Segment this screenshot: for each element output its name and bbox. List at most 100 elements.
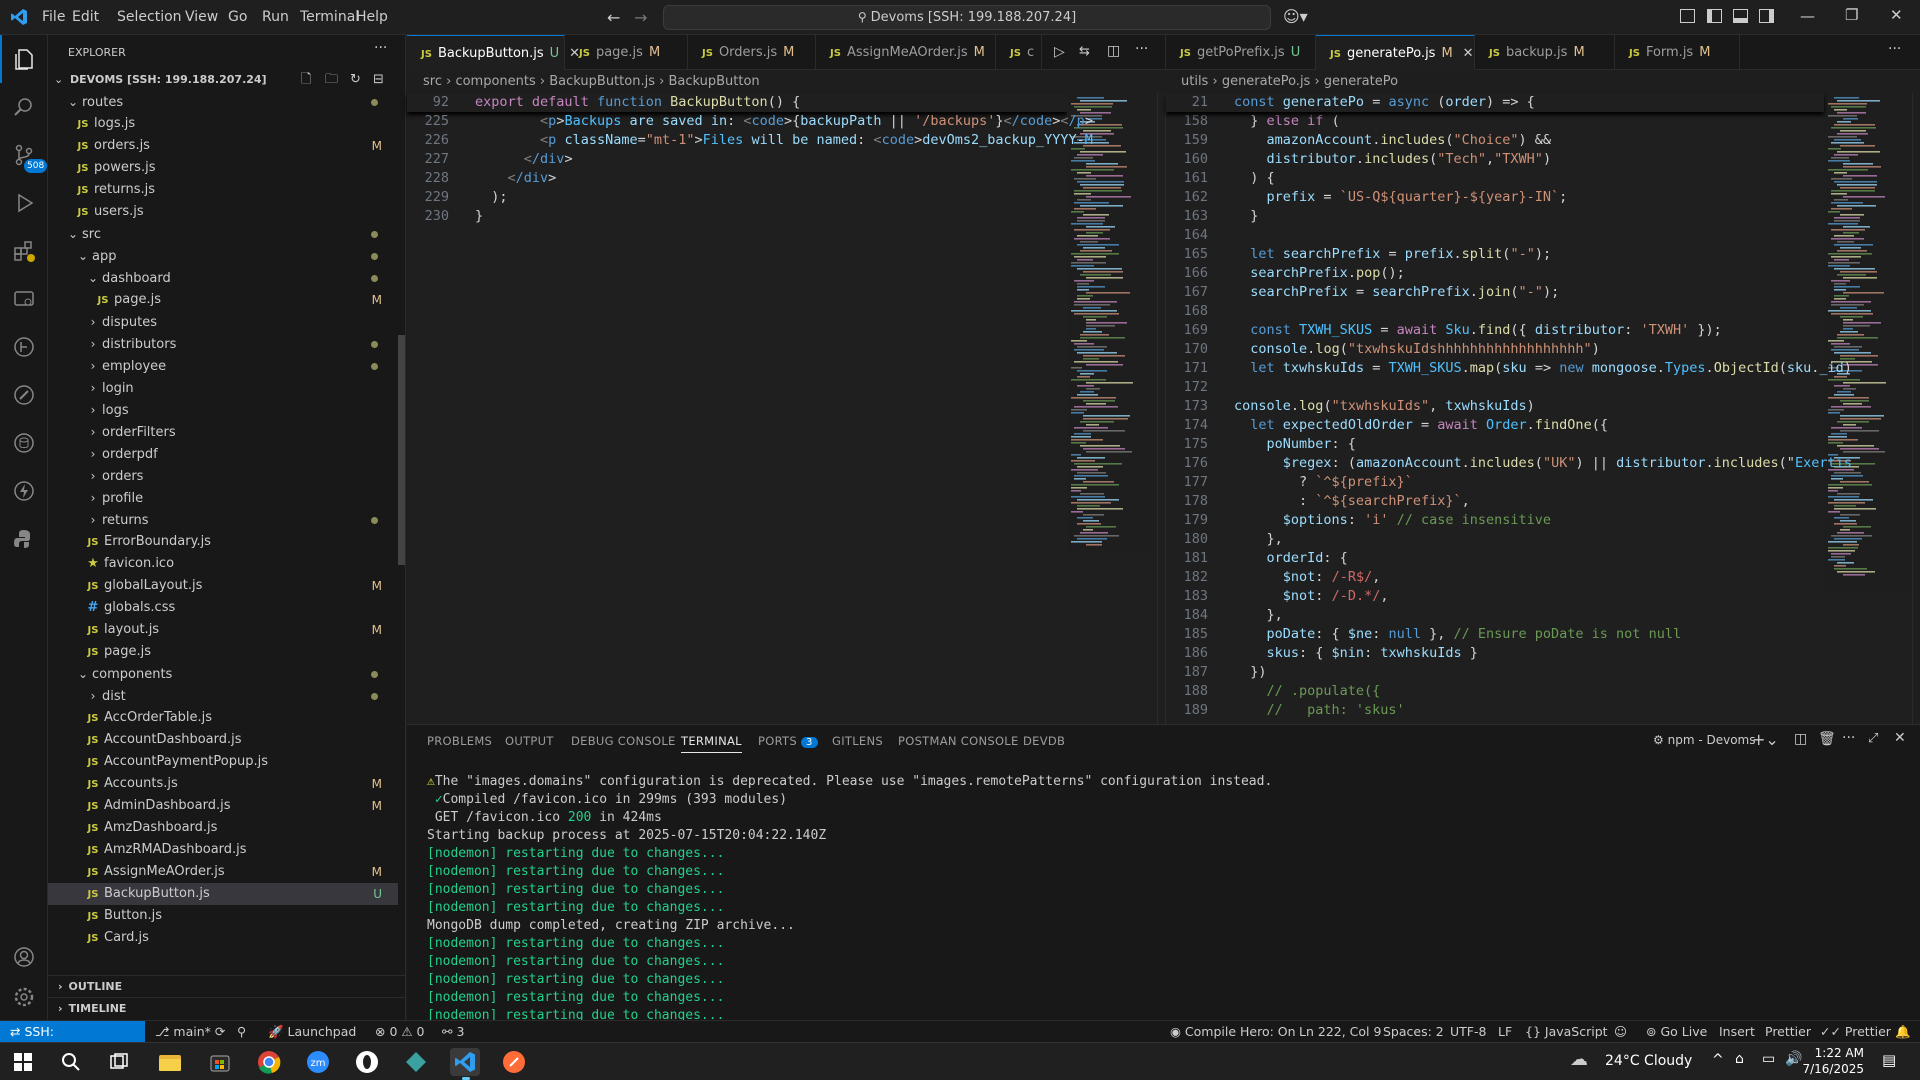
- minimize-icon[interactable]: —: [1800, 7, 1815, 25]
- end-of-line[interactable]: LF: [1498, 1021, 1512, 1043]
- new-terminal-icon[interactable]: +⌄: [1752, 730, 1779, 749]
- folder-item[interactable]: ⌄ dashboard: [48, 267, 398, 289]
- notification-center-icon[interactable]: ▤: [1882, 1051, 1896, 1069]
- menu-edit[interactable]: Edit: [72, 0, 99, 35]
- microsoft-store-icon[interactable]: [205, 1048, 235, 1076]
- file-item[interactable]: JS AssignMeAOrder.js M: [48, 861, 398, 883]
- display-icon[interactable]: ▭: [1762, 1051, 1775, 1067]
- back-arrow-icon[interactable]: ←: [607, 8, 620, 27]
- postman-taskbar-icon[interactable]: [499, 1048, 529, 1076]
- editor-tab[interactable]: JS Form.js M: [1615, 35, 1740, 70]
- panel-tab-devdb[interactable]: DEVDB: [1023, 734, 1065, 748]
- problems-indicator[interactable]: ⊗ 0 ⚠ 0: [375, 1021, 425, 1043]
- compile-hero-item[interactable]: ◉ Compile Hero: On: [1170, 1021, 1296, 1043]
- layout-customize-icon[interactable]: [1680, 9, 1695, 23]
- copilot-status-icon[interactable]: ☺: [1614, 1021, 1627, 1043]
- weather-text[interactable]: 24°C Cloudy: [1605, 1053, 1692, 1069]
- file-item[interactable]: JS users.js: [48, 201, 398, 223]
- file-item[interactable]: JS page.js M: [48, 289, 398, 311]
- new-file-icon[interactable]: 🗋: [301, 69, 311, 91]
- minimap[interactable]: [1067, 93, 1157, 553]
- ports-indicator[interactable]: ⚯ 3: [442, 1021, 464, 1043]
- file-item[interactable]: JS returns.js: [48, 179, 398, 201]
- file-item[interactable]: JS AccountPaymentPopup.js: [48, 751, 398, 773]
- terminal-output[interactable]: ⚠The "images.domains" configuration is d…: [407, 765, 1907, 1021]
- toggle-panel-icon[interactable]: [1733, 9, 1748, 23]
- breadcrumb-item[interactable]: BackupButton.js: [549, 74, 655, 89]
- menu-terminal[interactable]: Terminal: [300, 0, 359, 35]
- sidebar-scrollbar[interactable]: [398, 335, 405, 565]
- more-actions-icon[interactable]: ···: [374, 40, 387, 56]
- folder-item[interactable]: › orderFilters: [48, 421, 398, 443]
- folder-item[interactable]: › orders: [48, 465, 398, 487]
- vscode-taskbar-icon[interactable]: [450, 1048, 480, 1076]
- refresh-icon[interactable]: ↻: [350, 69, 361, 91]
- minimap[interactable]: [1824, 93, 1912, 593]
- breadcrumb-item[interactable]: utils: [1181, 74, 1208, 89]
- editor-tab[interactable]: JS c: [996, 35, 1042, 70]
- app-icon[interactable]: [352, 1048, 382, 1076]
- menu-run[interactable]: Run: [262, 0, 289, 35]
- toggle-primary-sidebar-icon[interactable]: [1707, 9, 1722, 23]
- launchpad-item[interactable]: 🚀 Launchpad: [268, 1021, 356, 1043]
- file-item[interactable]: JS AccOrderTable.js: [48, 707, 398, 729]
- folder-item[interactable]: › disputes: [48, 311, 398, 333]
- file-item[interactable]: JS ErrorBoundary.js: [48, 531, 398, 553]
- python-icon[interactable]: [0, 515, 48, 563]
- go-live-button[interactable]: ⊚ Go Live: [1646, 1021, 1707, 1043]
- folder-item[interactable]: ⌄ components: [48, 663, 398, 685]
- weather-icon[interactable]: ☁: [1570, 1049, 1588, 1070]
- toggle-secondary-sidebar-icon[interactable]: [1759, 9, 1774, 23]
- breadcrumb-item[interactable]: generatePo: [1324, 74, 1398, 89]
- gitlens-icon[interactable]: [0, 323, 48, 371]
- remote-indicator[interactable]: ⇄ SSH: 199.188.207.24: [0, 1021, 145, 1061]
- file-item[interactable]: JS Accounts.js M: [48, 773, 398, 795]
- forward-arrow-icon[interactable]: →: [634, 8, 647, 27]
- folder-item[interactable]: › orderpdf: [48, 443, 398, 465]
- file-item[interactable]: JS Button.js: [48, 905, 398, 927]
- panel-tab-output[interactable]: OUTPUT: [505, 734, 554, 748]
- menu-selection[interactable]: Selection: [117, 0, 182, 35]
- menu-go[interactable]: Go: [228, 0, 247, 35]
- extensions-icon[interactable]: [0, 227, 48, 275]
- postman-icon[interactable]: [0, 371, 48, 419]
- right-editor[interactable]: 21 const generatePo = async (order) => {…: [1165, 93, 1920, 724]
- panel-tab-gitlens[interactable]: GITLENS: [832, 734, 883, 748]
- breadcrumb-item[interactable]: components: [455, 74, 535, 89]
- remote-explorer-icon[interactable]: [0, 275, 48, 323]
- editor-more-icon[interactable]: ···: [1888, 41, 1901, 57]
- gitlens-status-icon[interactable]: ⚲: [237, 1021, 246, 1043]
- editor-tab[interactable]: JS getPoPrefix.js U: [1166, 35, 1316, 70]
- network-icon[interactable]: ⌂: [1735, 1051, 1744, 1067]
- panel-more-icon[interactable]: ···: [1842, 730, 1855, 746]
- folder-item[interactable]: › returns: [48, 509, 398, 531]
- insert-mode[interactable]: Insert: [1719, 1021, 1755, 1043]
- zoom-icon[interactable]: zm: [303, 1048, 333, 1076]
- indentation[interactable]: Spaces: 2: [1383, 1021, 1444, 1043]
- breadcrumb-item[interactable]: src: [423, 74, 442, 89]
- outline-section[interactable]: › OUTLINE: [48, 975, 405, 997]
- menu-view[interactable]: View: [185, 0, 218, 35]
- command-center[interactable]: ⚲ Devoms [SSH: 199.188.207.24]: [663, 5, 1271, 30]
- file-item[interactable]: JS logs.js: [48, 113, 398, 135]
- run-debug-icon[interactable]: [0, 179, 48, 227]
- editor-tab[interactable]: JS generatePo.js M ✕: [1316, 35, 1475, 70]
- editor-tab[interactable]: JS BackupButton.js U ✕: [407, 35, 580, 70]
- split-editor-icon[interactable]: ◫: [1107, 43, 1120, 59]
- split-terminal-icon[interactable]: ◫: [1794, 731, 1807, 747]
- encoding[interactable]: UTF-8: [1450, 1021, 1486, 1043]
- prettier-check[interactable]: ✓✓ Prettier: [1820, 1021, 1891, 1043]
- left-editor[interactable]: 92 export default function BackupButton(…: [407, 93, 1165, 724]
- editor-scrollbar[interactable]: [1912, 93, 1920, 724]
- menu-help[interactable]: Help: [356, 0, 388, 35]
- maximize-panel-icon[interactable]: ⤢: [1868, 731, 1878, 746]
- folder-item[interactable]: ⌄ src: [48, 223, 398, 245]
- database-icon[interactable]: [0, 419, 48, 467]
- panel-tab-ports[interactable]: PORTS 3: [758, 734, 818, 748]
- chevron-up-icon[interactable]: ^: [1712, 1052, 1724, 1068]
- windows-start-icon[interactable]: [8, 1048, 38, 1076]
- timeline-section[interactable]: › TIMELINE: [48, 997, 405, 1019]
- new-folder-icon[interactable]: 🗀: [325, 69, 338, 91]
- file-item[interactable]: JS Card.js: [48, 927, 398, 949]
- editor-tab[interactable]: JS Orders.js M: [688, 35, 816, 70]
